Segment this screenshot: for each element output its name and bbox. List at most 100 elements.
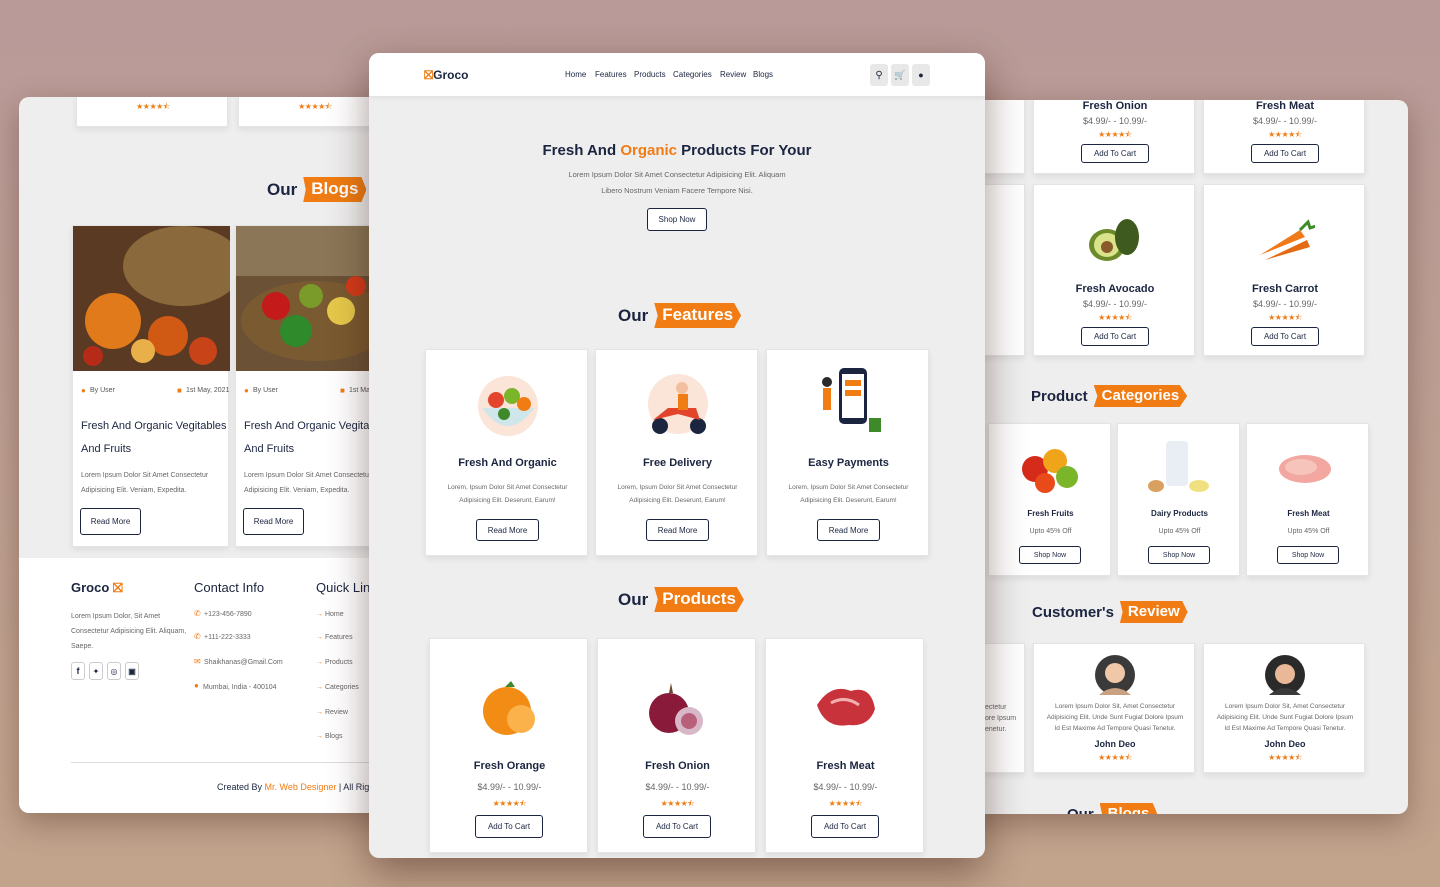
contact-phone[interactable]: +111-222-3333 (204, 631, 251, 644)
shop-now-button[interactable]: Shop Now (1148, 546, 1210, 564)
search-icon[interactable]: ⚲ (870, 64, 888, 86)
contact-address: Mumbai, India - 400104 (203, 684, 277, 691)
blog-title: Fresh And Organic Vegitables (244, 420, 390, 432)
blog-author: By User (253, 387, 278, 394)
cart-icon[interactable]: 🛒 (891, 64, 909, 86)
add-to-cart-button[interactable]: Add To Cart (475, 815, 543, 838)
category-card: Fresh Fruits Upto 45% Off Shop Now (988, 423, 1111, 576)
shop-now-button[interactable]: Shop Now (1019, 546, 1081, 564)
footer-link-home[interactable]: → Home (316, 608, 344, 621)
basket-icon: ⛝ (424, 68, 434, 82)
add-to-cart-button[interactable]: Add To Cart (1251, 144, 1319, 163)
add-to-cart-button[interactable]: Add To Cart (1081, 144, 1149, 163)
fruits-image (1022, 449, 1078, 493)
main-preview-panel: ⛝Groco Home Features Products Categories… (369, 53, 985, 858)
calendar-icon: ■ (340, 386, 345, 395)
footer-link-features[interactable]: → Features (316, 631, 353, 644)
add-to-cart-button[interactable]: Add To Cart (811, 815, 879, 838)
nav-review[interactable]: Review (720, 70, 746, 79)
envelope-icon: ✉ (194, 657, 201, 666)
rating-stars: ★★★★⯪ (1098, 313, 1132, 322)
product-card: Fresh Avocado $4.99/- - 10.99/- ★★★★⯪ Ad… (1033, 184, 1195, 356)
review-heading: Customer's Review (1032, 601, 1188, 623)
read-more-button[interactable]: Read More (476, 519, 539, 541)
contact-phone[interactable]: +123-456-7890 (204, 608, 252, 621)
add-to-cart-button[interactable]: Add To Cart (1081, 327, 1149, 346)
meat-image (1279, 455, 1331, 483)
blog-card: ● By User ■ 1st May, 2021 Fresh And Orga… (72, 225, 230, 547)
rating-stars: ★★★★⯪ (660, 799, 695, 808)
twitter-icon[interactable]: ✦ (89, 662, 103, 680)
nav-features[interactable]: Features (595, 70, 627, 79)
rating-stars: ★★★★⯪ (1098, 130, 1132, 139)
blog-title: Fresh And Organic Vegitables (81, 420, 227, 432)
phone-payment-image (822, 368, 881, 432)
arrow-right-icon: → (316, 733, 325, 740)
category-card: Dairy Products Upto 45% Off Shop Now (1117, 423, 1240, 576)
add-to-cart-button[interactable]: Add To Cart (643, 815, 711, 838)
category-card: Fresh Meat Upto 45% Off Shop Now (1246, 423, 1369, 576)
footer-about: Lorem Ipsum Dolor, Sit Amet (71, 613, 161, 620)
footer-credit: Created By Mr. Web Designer | All Rights (217, 782, 382, 792)
feature-card-organic: Fresh And Organic Lorem, Ipsum Dolor Sit… (425, 349, 588, 556)
product-card: Fresh Onion $4.99/- - 10.99/- ★★★★⯪ Add … (1033, 100, 1195, 174)
read-more-button[interactable]: Read More (817, 519, 880, 541)
contact-email[interactable]: Shaikhanas@Gmail.Com (204, 656, 283, 669)
dairy-image (1148, 441, 1209, 492)
nav-blogs[interactable]: Blogs (753, 70, 773, 79)
read-more-button[interactable]: Read More (243, 508, 304, 535)
nav-home[interactable]: Home (565, 70, 586, 79)
hero-title: Fresh And Organic Products For Your (542, 142, 812, 159)
arrow-right-icon: → (316, 634, 325, 641)
shop-now-button[interactable]: Shop Now (1277, 546, 1339, 564)
blog-author: By User (90, 387, 115, 394)
rating-stars: ★★★★⯪ (1268, 313, 1302, 322)
avatar (1265, 655, 1305, 695)
left-preview-panel: ★★★★⯪ ★★★★⯪ Our Blogs ● By User ■ 1st May… (19, 97, 419, 813)
shop-now-button[interactable]: Shop Now (647, 208, 707, 231)
features-heading: Our Features (618, 303, 742, 328)
footer-link-categories[interactable]: → Categories (316, 681, 359, 694)
arrow-right-icon: → (316, 659, 325, 666)
contact-title: Contact Info (194, 580, 265, 595)
onion-image (649, 683, 703, 735)
footer-about-line3: Saepe. (71, 643, 94, 650)
linkedin-icon[interactable]: ▣ (125, 662, 139, 680)
user-icon: ● (81, 386, 86, 395)
read-more-button[interactable]: Read More (646, 519, 709, 541)
instagram-icon[interactable]: ◎ (107, 662, 121, 680)
facebook-icon[interactable]: f (71, 662, 85, 680)
product-card: Fresh Meat $4.99/- - 10.99/- ★★★★⯪ Add T… (1203, 100, 1365, 174)
footer-about-line2: Consectetur Adipisicing Elit. Aliquam, (71, 628, 187, 635)
product-card: ★★★★⯪ (76, 97, 228, 127)
avocado-image (1089, 219, 1139, 261)
nav-products[interactable]: Products (634, 70, 666, 79)
footer-link-products[interactable]: → Products (316, 656, 353, 669)
footer-link-review[interactable]: → Review (316, 706, 348, 719)
product-card: ★★★★⯪ (238, 97, 390, 127)
product-card: Fresh Orange $4.99/- - 10.99/- ★★★★⯪ Add… (429, 638, 588, 853)
arrow-right-icon: → (316, 709, 325, 716)
reviewer-name: John Deo (1094, 739, 1136, 749)
avatar (1095, 655, 1135, 695)
delivery-scooter-image (648, 374, 708, 434)
basket-icon: ⛝ (109, 580, 123, 595)
footer-divider (71, 762, 419, 763)
logo[interactable]: ⛝Groco (424, 68, 468, 83)
feature-card-payments: Easy Payments Lorem, Ipsum Dolor Sit Ame… (766, 349, 929, 556)
rating-stars: ★★★★⯪ (828, 799, 863, 808)
blogs-heading: Our Blogs (1067, 803, 1158, 814)
review-card: Lorem Ipsum Dolor Sit, Amet Consectetur … (1203, 643, 1365, 773)
footer-link-blogs[interactable]: → Blogs (316, 730, 342, 743)
rating-stars: ★★★★⯪ (136, 102, 170, 111)
user-icon[interactable]: ● (912, 64, 930, 86)
nav-categories[interactable]: Categories (673, 70, 712, 79)
read-more-button[interactable]: Read More (80, 508, 141, 535)
feature-title: Easy Payments (808, 457, 889, 469)
add-to-cart-button[interactable]: Add To Cart (1251, 327, 1319, 346)
hero-desc: Lorem Ipsum Dolor Sit Amet Consectetur A… (568, 170, 786, 179)
phone-icon: ✆ (194, 632, 201, 641)
feature-card-delivery: Free Delivery Lorem, Ipsum Dolor Sit Ame… (595, 349, 758, 556)
user-icon: ● (244, 386, 249, 395)
organic-bowl-image (478, 376, 538, 436)
